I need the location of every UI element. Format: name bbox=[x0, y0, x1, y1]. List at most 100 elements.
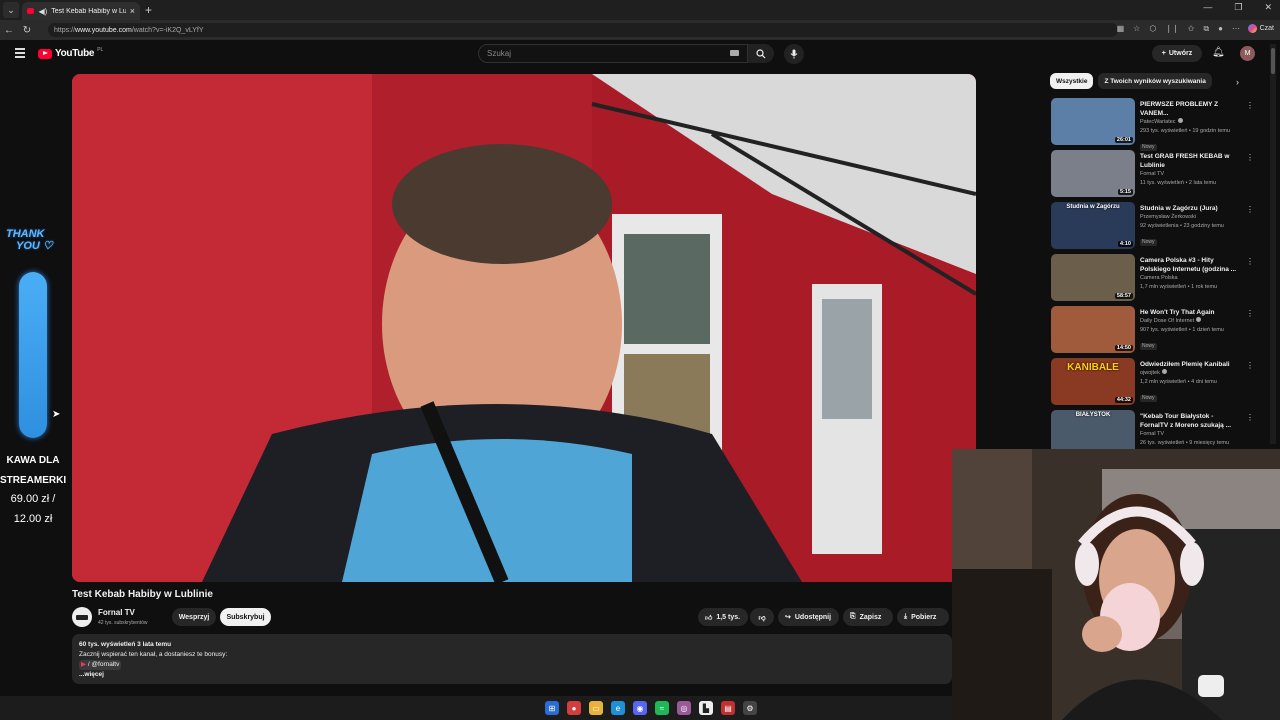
address-bar[interactable]: https://www.youtube.com/watch?v=-iK2Q_vL… bbox=[48, 23, 1118, 37]
firefox-icon[interactable]: ● bbox=[567, 701, 581, 715]
recommendation-channel[interactable]: Fornal TV bbox=[1140, 430, 1238, 439]
chevron-right-icon[interactable]: › bbox=[1236, 77, 1239, 87]
recommendation-channel[interactable]: Fornal TV bbox=[1140, 170, 1238, 179]
share-button[interactable]: ↪ Udostępnij bbox=[778, 608, 839, 626]
notifications-bell-icon[interactable]: 🔔︎ bbox=[1212, 47, 1225, 58]
channel-link[interactable]: ▶ / @fornaltv bbox=[79, 660, 122, 670]
thumbs-up-icon: 👍︎ bbox=[705, 614, 713, 622]
channel-name[interactable]: Fornal TV bbox=[98, 608, 135, 617]
back-icon[interactable]: ← bbox=[0, 25, 18, 36]
recommendation-item[interactable]: KANIBALE 44:32 Odwiedziłem Plemię Kanibali… bbox=[1050, 358, 1260, 410]
more-icon[interactable]: ⋯ bbox=[1232, 24, 1240, 34]
more-actions-icon[interactable]: ⋮ bbox=[1246, 361, 1254, 370]
keyboard-icon[interactable] bbox=[730, 50, 739, 56]
recommendation-title[interactable]: Odwiedziłem Plemię Kanibali bbox=[1140, 360, 1238, 369]
video-duration: 44:32 bbox=[1114, 397, 1133, 403]
support-button[interactable]: Wesprzyj bbox=[172, 608, 216, 626]
voice-search-button[interactable] bbox=[784, 44, 804, 64]
recommendation-item[interactable]: 58:57 Camera Polska #3 - Hity Polskiego I… bbox=[1050, 254, 1260, 306]
speaker-icon[interactable]: ◀) bbox=[38, 7, 47, 16]
menu-icon[interactable] bbox=[15, 48, 25, 60]
recommendation-channel[interactable]: PatecWariatec bbox=[1140, 118, 1238, 127]
youtube-logo[interactable]: YouTube PL bbox=[38, 47, 103, 59]
donation-goal-bar bbox=[19, 272, 47, 438]
favorites-icon[interactable]: ✩ bbox=[1188, 24, 1195, 34]
recommendation-channel[interactable]: Przemysław Żerkowski bbox=[1140, 213, 1238, 222]
account-avatar[interactable]: M bbox=[1240, 46, 1255, 61]
minimize-icon[interactable]: — bbox=[1203, 2, 1212, 13]
description-box[interactable]: 60 tys. wyświetleń 3 lata temu Zacznij w… bbox=[72, 634, 952, 684]
recommendation-channel[interactable]: ojwojtek bbox=[1140, 369, 1238, 378]
youtube-header: YouTube PL Szukaj + Utwórz 🔔︎ M bbox=[0, 40, 1280, 68]
app-icon[interactable]: ▙ bbox=[699, 701, 713, 715]
extension-icon[interactable]: ⬡ bbox=[1149, 24, 1156, 34]
donation-goal-amount: 69.00 zł / 12.00 zł bbox=[0, 489, 66, 529]
more-actions-icon[interactable]: ⋮ bbox=[1246, 153, 1254, 162]
video-thumbnail[interactable]: KANIBALE 44:32 bbox=[1051, 358, 1135, 405]
chip-from-search[interactable]: Z Twoich wyników wyszukiwania bbox=[1098, 73, 1212, 89]
close-window-icon[interactable]: ✕ bbox=[1264, 2, 1272, 13]
file-explorer-icon[interactable]: ▭ bbox=[589, 701, 603, 715]
download-button[interactable]: ⤓ Pobierz bbox=[897, 608, 949, 626]
discord-icon[interactable]: ◉ bbox=[633, 701, 647, 715]
spotify-icon[interactable]: ≈ bbox=[655, 701, 669, 715]
like-button[interactable]: 👍︎ 1,5 tys. bbox=[698, 608, 748, 626]
recommendation-title[interactable]: He Won't Try That Again bbox=[1140, 308, 1238, 317]
subscriber-count: 42 tys. subskrybentów bbox=[98, 620, 148, 626]
recommendation-title[interactable]: PIERWSZE PROBLEMY Z VANEM... bbox=[1140, 100, 1238, 118]
channel-avatar[interactable] bbox=[72, 607, 92, 627]
more-actions-icon[interactable]: ⋮ bbox=[1246, 413, 1254, 422]
recommendation-item[interactable]: Studnia w Zagórzu 4:10 Studnia w Zagórzu (… bbox=[1050, 202, 1260, 254]
more-actions-icon[interactable]: ⋮ bbox=[1246, 101, 1254, 110]
recommendation-meta: 92 wyświetlenia • 23 godziny temu bbox=[1140, 223, 1224, 229]
obs-icon[interactable]: ◎ bbox=[677, 701, 691, 715]
video-thumbnail[interactable]: 14:50 bbox=[1051, 306, 1135, 353]
collections-icon[interactable]: ⧉ bbox=[1203, 24, 1209, 34]
start-icon[interactable]: ⊞ bbox=[545, 701, 559, 715]
more-actions-icon[interactable]: ⋮ bbox=[1246, 309, 1254, 318]
search-placeholder: Szukaj bbox=[487, 49, 512, 58]
search-button[interactable] bbox=[748, 44, 774, 63]
save-button[interactable]: ⎘ Zapisz bbox=[843, 608, 893, 626]
new-tab-icon[interactable]: + bbox=[145, 3, 152, 17]
dislike-button[interactable]: 👎︎ bbox=[750, 608, 774, 626]
recommendation-item[interactable]: 14:50 He Won't Try That Again Daily Dose O… bbox=[1050, 306, 1260, 358]
recommendation-title[interactable]: Studnia w Zagórzu (Jura) bbox=[1140, 204, 1238, 213]
recommendation-title[interactable]: Camera Polska #3 - Hity Polskiego Intern… bbox=[1140, 256, 1238, 274]
maximize-icon[interactable]: ❐ bbox=[1234, 2, 1242, 13]
reload-icon[interactable]: ↻ bbox=[18, 25, 36, 36]
subscribe-button[interactable]: Subskrybuj bbox=[220, 608, 271, 626]
media-app-icon[interactable]: ▤ bbox=[721, 701, 735, 715]
video-thumbnail[interactable]: 5:15 bbox=[1051, 150, 1135, 197]
page-scrollbar[interactable] bbox=[1270, 44, 1276, 444]
recommendation-title[interactable]: "Kebab Tour Białystok - FornalTV z Moren… bbox=[1140, 412, 1238, 430]
recommendation-title[interactable]: Test GRAB FRESH KEBAB w Lublinie bbox=[1140, 152, 1238, 170]
chip-all[interactable]: Wszystkie bbox=[1050, 73, 1094, 89]
reader-icon[interactable]: ▦ bbox=[1117, 24, 1125, 34]
recommendation-item[interactable]: 26:01 PIERWSZE PROBLEMY Z VANEM... PatecWa… bbox=[1050, 98, 1260, 151]
copilot-button[interactable]: Czat bbox=[1247, 24, 1274, 33]
video-thumbnail[interactable]: 26:01 bbox=[1051, 98, 1135, 145]
show-more-link[interactable]: ...więcej bbox=[79, 670, 945, 680]
profile-icon[interactable]: ● bbox=[1218, 24, 1223, 34]
video-player[interactable] bbox=[72, 74, 976, 582]
favorite-star-icon[interactable]: ☆ bbox=[1133, 24, 1140, 34]
more-actions-icon[interactable]: ⋮ bbox=[1246, 205, 1254, 214]
tab-close-icon[interactable]: × bbox=[130, 6, 135, 16]
search-input[interactable]: Szukaj bbox=[478, 44, 748, 63]
edge-icon[interactable]: e bbox=[611, 701, 625, 715]
create-button[interactable]: + Utwórz bbox=[1152, 45, 1202, 62]
tab-actions-icon[interactable]: ⌄ bbox=[3, 2, 19, 18]
video-thumbnail[interactable]: Studnia w Zagórzu 4:10 bbox=[1051, 202, 1135, 249]
plus-icon: + bbox=[1161, 50, 1166, 57]
video-thumbnail[interactable]: 58:57 bbox=[1051, 254, 1135, 301]
settings-app-icon[interactable]: ⚙︎ bbox=[743, 701, 757, 715]
more-actions-icon[interactable]: ⋮ bbox=[1246, 257, 1254, 266]
microphone-icon bbox=[790, 49, 798, 59]
browser-tab[interactable]: ◀) Test Kebab Habiby w Lublinie × bbox=[22, 2, 140, 20]
recommendation-item[interactable]: 5:15 Test GRAB FRESH KEBAB w Lublinie Forn… bbox=[1050, 150, 1260, 202]
recommendation-channel[interactable]: Camera Polska bbox=[1140, 274, 1238, 283]
scrollbar-thumb[interactable] bbox=[1271, 48, 1275, 74]
recommendation-channel[interactable]: Daily Dose Of Internet bbox=[1140, 317, 1238, 326]
split-screen-icon[interactable]: ❘❘ bbox=[1165, 24, 1178, 34]
